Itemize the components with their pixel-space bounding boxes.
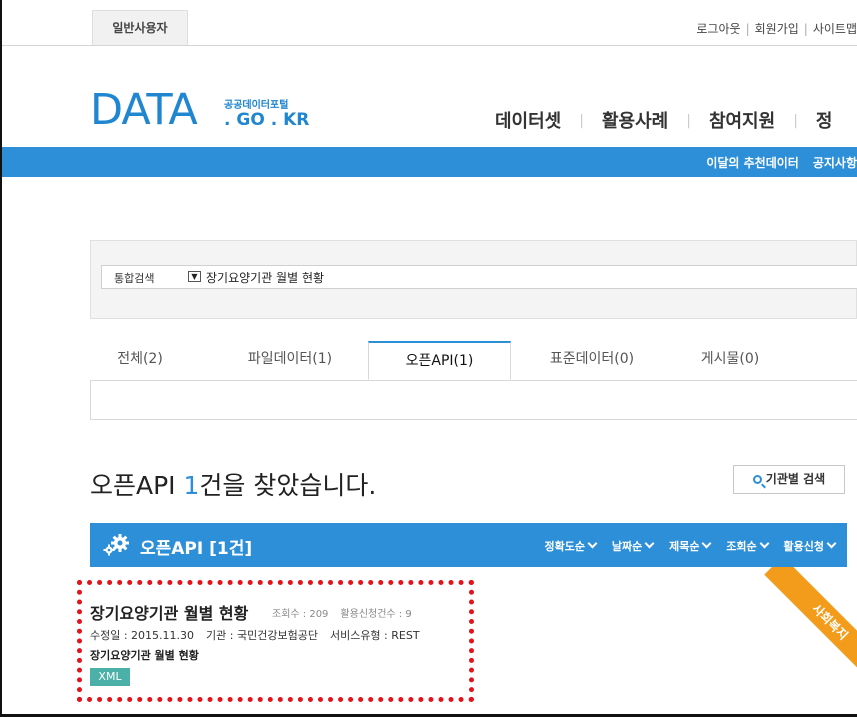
tab-file-data[interactable]: 파일데이터(1): [220, 341, 360, 380]
sort-requests[interactable]: 활용신청: [783, 538, 837, 553]
logo-domain: . GO . KR: [224, 110, 310, 130]
results-header-bar: 오픈API [1건] 정확도순 날짜순 제목순 조회순 활용신청: [90, 523, 847, 567]
chevron-down-icon: [702, 538, 712, 549]
search-input-field[interactable]: 통합검색 ▼ 장기요양기관 월별 현황: [101, 265, 857, 289]
nav-item-use-cases[interactable]: 활용사례: [602, 107, 668, 133]
utility-links: 로그아웃 | 회원가입 | 사이트맵: [696, 20, 857, 37]
org-search-label: 기관별 검색: [765, 472, 826, 486]
category-label: 사회복지: [764, 567, 857, 687]
sort-views[interactable]: 조회순: [726, 538, 770, 553]
recommended-data-link[interactable]: 이달의 추천데이터: [706, 156, 799, 170]
gear-icon: [103, 534, 129, 556]
tab-all[interactable]: 전체(2): [90, 341, 190, 380]
search-input[interactable]: 장기요양기관 월별 현황: [206, 269, 324, 286]
separator: |: [745, 22, 750, 36]
sort-options: 정확도순 날짜순 제목순 조회순 활용신청: [533, 538, 837, 554]
nav-separator: |: [686, 113, 691, 129]
main-nav: 데이터셋 | 활용사례 | 참여지원 | 정: [495, 107, 832, 133]
sort-label: 활용신청: [783, 540, 824, 553]
nav-separator: |: [579, 113, 584, 129]
nav-item-more[interactable]: 정: [816, 107, 833, 133]
sort-label: 제목순: [669, 540, 700, 553]
top-utility-bar: 일반사용자 로그아웃 | 회원가입 | 사이트맵: [2, 0, 857, 46]
window-border-left: [0, 0, 2, 717]
sort-date[interactable]: 날짜순: [611, 538, 655, 553]
nav-separator: |: [793, 113, 798, 129]
sub-nav-bar: 이달의 추천데이터 공지사항: [2, 147, 857, 177]
chevron-down-icon: [587, 538, 598, 549]
sort-title[interactable]: 제목순: [669, 538, 712, 553]
nav-item-dataset[interactable]: 데이터셋: [495, 107, 561, 133]
logout-link[interactable]: 로그아웃: [696, 22, 740, 36]
sort-label: 조회순: [726, 540, 757, 553]
result-count: 1: [183, 471, 200, 500]
sub-nav-links: 이달의 추천데이터 공지사항: [692, 154, 857, 171]
heading-prefix: 오픈API: [90, 471, 184, 500]
category-ribbon: 사회복지: [742, 567, 857, 687]
sort-label: 날짜순: [611, 540, 643, 553]
site-logo[interactable]: DATA 공공데이터포털 . GO . KR: [90, 85, 309, 135]
sitemap-link[interactable]: 사이트맵: [813, 22, 857, 36]
highlight-box: [77, 580, 474, 702]
chevron-down-icon: [826, 538, 837, 549]
user-type-tab[interactable]: 일반사용자: [92, 10, 188, 45]
signup-link[interactable]: 회원가입: [755, 22, 799, 36]
chevron-down-icon: [644, 538, 655, 549]
logo-korean-name: 공공데이터포털: [224, 100, 289, 111]
result-tabs: 전체(2) 파일데이터(1) 오픈API(1) 표준데이터(0) 게시물(0): [90, 341, 857, 381]
search-icon: [752, 475, 762, 484]
results-header-title: 오픈API [1건]: [140, 539, 253, 559]
tab-open-api[interactable]: 오픈API(1): [368, 341, 511, 380]
heading-suffix: 건을 찾았습니다.: [199, 471, 377, 500]
separator: |: [803, 22, 808, 36]
search-panel: 통합검색 ▼ 장기요양기관 월별 현황: [90, 240, 857, 319]
sort-accuracy[interactable]: 정확도순: [544, 538, 598, 553]
results-heading: 오픈API 1건을 찾았습니다.: [90, 466, 376, 502]
chevron-down-icon: [759, 538, 770, 549]
nav-item-participation[interactable]: 참여지원: [709, 107, 775, 133]
logo-subtext: 공공데이터포털 . GO . KR: [224, 96, 309, 129]
notice-link[interactable]: 공지사항: [813, 156, 857, 170]
search-scope-label[interactable]: 통합검색: [114, 270, 154, 286]
sort-label: 정확도순: [544, 540, 586, 553]
chevron-down-icon[interactable]: ▼: [188, 271, 201, 282]
tab-panel: [90, 380, 857, 420]
tab-posts[interactable]: 게시물(0): [670, 341, 790, 380]
tab-standard-data[interactable]: 표준데이터(0): [522, 341, 662, 380]
logo-wordmark: DATA: [90, 85, 198, 135]
org-search-button[interactable]: 기관별 검색: [733, 465, 845, 494]
